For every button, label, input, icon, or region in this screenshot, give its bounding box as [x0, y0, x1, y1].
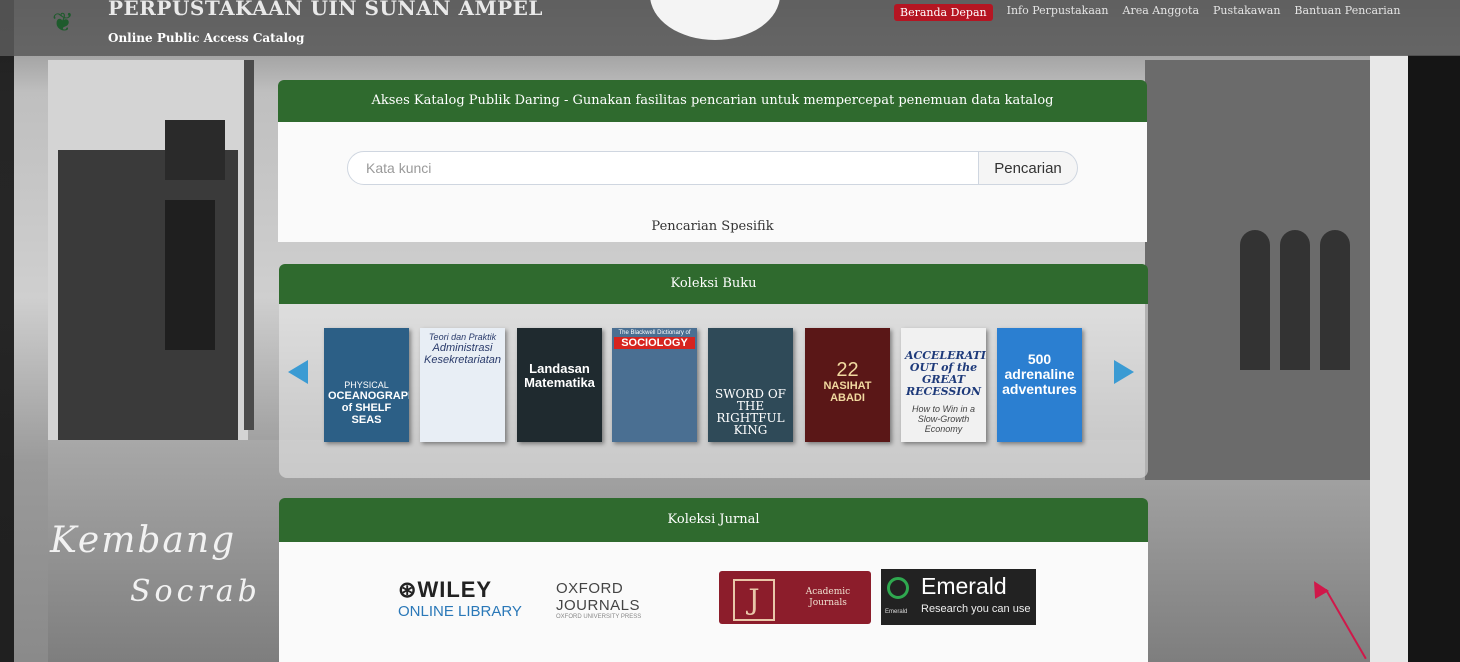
nav-item-pustakawan[interactable]: Pustakawan — [1213, 4, 1280, 21]
site-title[interactable]: PERPUSTAKAAN UIN SUNAN AMPEL — [108, 0, 543, 20]
book-title: ACCELERATING OUT of the GREAT RECESSION — [905, 349, 986, 398]
search-panel-heading: Akses Katalog Publik Daring - Gunakan fa… — [278, 80, 1147, 122]
emerald-small-label: Emerald — [885, 609, 908, 615]
nav-item-bantuan[interactable]: Bantuan Pencarian — [1294, 4, 1400, 21]
book-cover[interactable]: 500 adrenaline adventures — [997, 328, 1082, 442]
oxford-press: OXFORD UNIVERSITY PRESS — [556, 614, 642, 620]
site-header: ❦ PERPUSTAKAAN UIN SUNAN AMPEL Online Pu… — [0, 0, 1460, 56]
page-margin-right — [1370, 55, 1408, 662]
jstor-line1: Academic — [805, 587, 851, 597]
book-title: SWORD OF THE RIGHTFUL KING — [714, 387, 787, 437]
nav-item-beranda[interactable]: Beranda Depan — [894, 4, 993, 21]
jstor-logo[interactable]: J Academic Journals — [719, 571, 871, 624]
wiley-emblem-icon: ⊛ — [398, 577, 418, 602]
photo-signature-line1: Kembang — [50, 520, 237, 561]
building-arch — [1280, 230, 1310, 370]
wiley-tagline: ONLINE LIBRARY — [398, 603, 522, 620]
book-subtitle: Teori dan Praktik — [428, 332, 497, 342]
book-collection-heading: Koleksi Buku — [279, 264, 1148, 304]
carousel-next-arrow-icon[interactable] — [1114, 360, 1134, 384]
nav-item-info[interactable]: Info Perpustakaan — [1007, 4, 1109, 21]
oxford-journals-logo[interactable]: OXFORD JOURNALS OXFORD UNIVERSITY PRESS — [556, 580, 711, 630]
main-nav: Beranda Depan Info Perpustakaan Area Ang… — [894, 4, 1400, 21]
building-window — [165, 120, 225, 180]
emerald-ring-icon — [887, 577, 909, 599]
building-window — [165, 200, 215, 350]
library-logo-icon[interactable]: ❦ — [52, 8, 94, 38]
specific-search-link[interactable]: Pencarian Spesifik — [278, 219, 1147, 234]
book-title: NASIHAT ABADI — [823, 380, 872, 404]
book-cover[interactable]: ACCELERATING OUT of the GREAT RECESSION … — [901, 328, 986, 442]
journal-collection-heading: Koleksi Jurnal — [279, 498, 1148, 542]
book-cover[interactable]: 22 NASIHAT ABADI — [805, 328, 890, 442]
book-subtitle: How to Win in a Slow-Growth Economy — [912, 404, 975, 434]
book-subtitle: PHYSICAL — [344, 380, 389, 390]
book-cover[interactable]: PHYSICAL OCEANOGRAPHY of SHELF SEAS — [324, 328, 409, 442]
book-subtitle: 22 — [836, 359, 859, 381]
wiley-online-library-logo[interactable]: ⊛WILEY ONLINE LIBRARY — [398, 577, 548, 633]
emerald-logo[interactable]: Emerald Emerald Research you can use — [881, 569, 1036, 625]
book-cover[interactable]: Landasan Matematika — [517, 328, 602, 442]
oxford-name: OXFORD JOURNALS — [556, 580, 641, 614]
search-input[interactable] — [347, 151, 979, 185]
carousel-prev-arrow-icon[interactable] — [288, 360, 308, 384]
book-cover[interactable]: SWORD OF THE RIGHTFUL KING — [708, 328, 793, 442]
jstor-mark-icon: J — [733, 579, 775, 621]
nav-item-area-anggota[interactable]: Area Anggota — [1123, 4, 1199, 21]
book-title: SOCIOLOGY — [614, 337, 695, 349]
street-pole — [244, 60, 254, 430]
emerald-tagline: Research you can use — [921, 603, 1031, 615]
book-title: 500 adrenaline adventures — [1002, 351, 1077, 397]
book-subtitle: The Blackwell Dictionary of — [618, 330, 691, 336]
search-button[interactable]: Pencarian — [979, 151, 1078, 185]
building-arch — [1320, 230, 1350, 370]
book-cover[interactable]: The Blackwell Dictionary of SOCIOLOGY — [612, 328, 697, 442]
site-subtitle: Online Public Access Catalog — [108, 31, 305, 45]
building-arch — [1240, 230, 1270, 370]
jstor-line2: Journals — [809, 598, 847, 608]
book-title: OCEANOGRAPHY of SHELF SEAS — [328, 390, 409, 426]
book-title: Landasan Matematika — [524, 361, 595, 390]
book-title: Administrasi Kesekretariatan — [424, 342, 502, 366]
photo-signature-line2: Socrab — [130, 574, 261, 609]
emerald-name: Emerald — [921, 573, 1007, 599]
header-circle-decoration — [650, 0, 780, 40]
wiley-name: WILEY — [417, 577, 493, 602]
book-cover[interactable]: Teori dan Praktik Administrasi Kesekreta… — [420, 328, 505, 442]
